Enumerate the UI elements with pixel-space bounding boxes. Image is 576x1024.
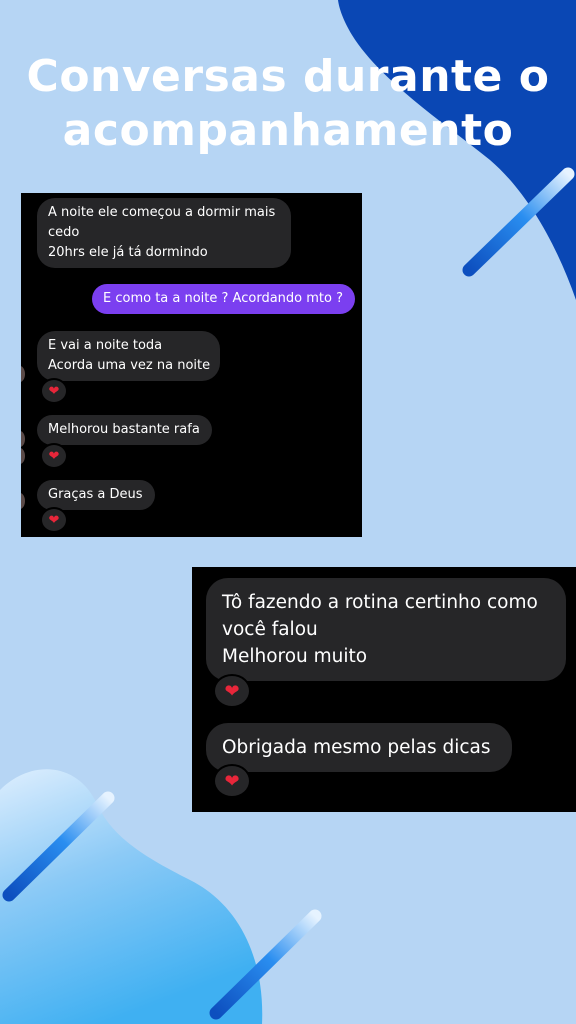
message-text: Tô fazendo a rotina certinho como xyxy=(222,592,538,613)
message-bubble-received[interactable]: E vai a noite toda Acorda uma vez na noi… xyxy=(37,331,220,381)
heart-icon[interactable]: ❤ xyxy=(40,443,68,469)
page-title-line-1: Conversas durante o xyxy=(26,51,550,102)
avatar xyxy=(21,431,25,447)
chat-screenshot-1: A noite ele começou a dormir mais cedo 2… xyxy=(21,193,362,537)
page-title-line-2: acompanhamento xyxy=(62,105,514,156)
message-text: E como ta a noite ? Acordando mto ? xyxy=(103,291,343,306)
heart-icon[interactable]: ❤ xyxy=(213,674,251,708)
message-text: Acorda uma vez na noite xyxy=(48,358,211,373)
message-bubble-received[interactable]: Tô fazendo a rotina certinho como você f… xyxy=(206,578,566,681)
avatar xyxy=(21,493,25,509)
message-text: E vai a noite toda xyxy=(48,338,163,353)
message-text: cedo xyxy=(48,225,80,240)
message-text: Melhorou bastante rafa xyxy=(48,422,200,437)
message-bubble-sent[interactable]: E como ta a noite ? Acordando mto ? xyxy=(92,284,355,314)
heart-icon[interactable]: ❤ xyxy=(40,507,68,533)
message-text: Obrigada mesmo pelas dicas xyxy=(222,737,491,758)
heart-icon[interactable]: ❤ xyxy=(213,764,251,798)
message-text: você falou xyxy=(222,619,318,640)
message-text: 20hrs ele já tá dormindo xyxy=(48,245,208,260)
message-bubble-received[interactable]: Melhorou bastante rafa xyxy=(37,415,212,445)
message-bubble-received[interactable]: Graças a Deus xyxy=(37,480,155,510)
page-title: Conversas durante o acompanhamento xyxy=(0,50,576,158)
message-text: Graças a Deus xyxy=(48,487,143,502)
avatar xyxy=(21,448,25,464)
message-bubble-received[interactable]: A noite ele começou a dormir mais cedo 2… xyxy=(37,198,291,268)
message-text: A noite ele começou a dormir mais xyxy=(48,205,276,220)
message-text: Melhorou muito xyxy=(222,646,368,667)
avatar xyxy=(21,366,25,382)
heart-icon[interactable]: ❤ xyxy=(40,378,68,404)
message-bubble-received[interactable]: Obrigada mesmo pelas dicas xyxy=(206,723,512,772)
chat-screenshot-2: Tô fazendo a rotina certinho como você f… xyxy=(192,567,576,812)
